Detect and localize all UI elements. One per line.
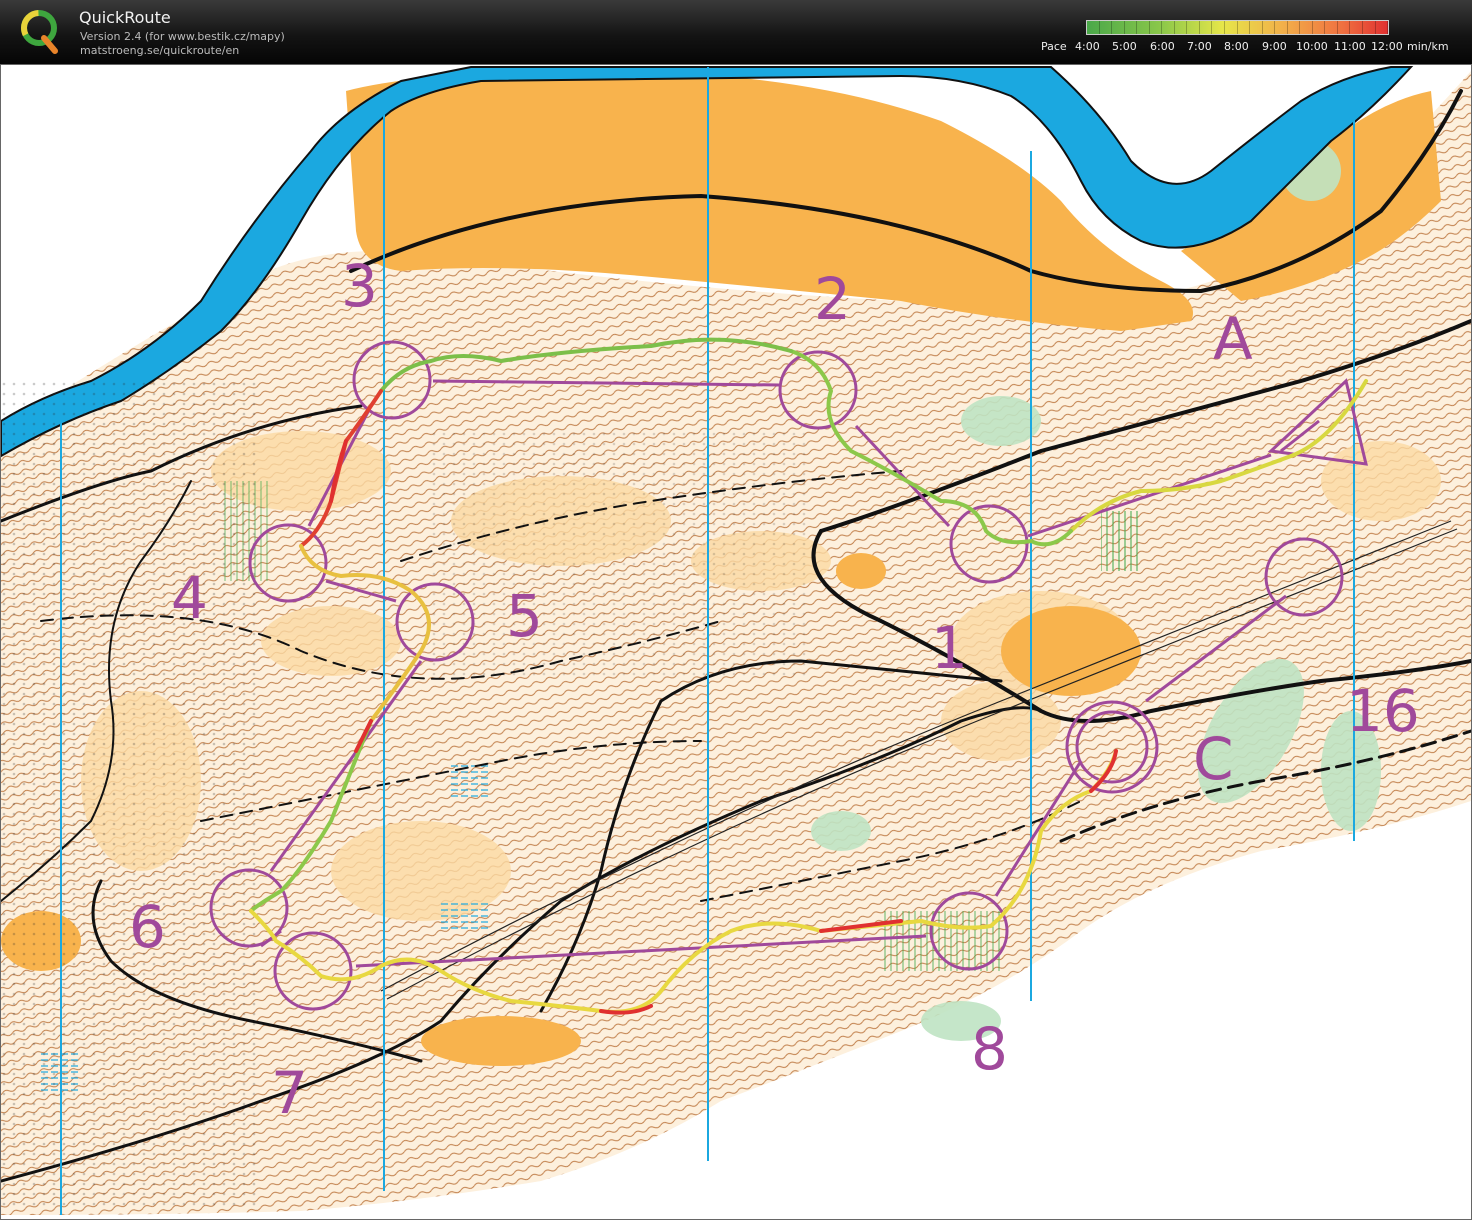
pace-tick: 8:00 [1224,40,1249,53]
control-number: 4 [171,564,208,632]
pace-color-scale [1086,20,1389,35]
pace-tick: 4:00 [1075,40,1100,53]
control-number: C [1193,725,1234,793]
app-title: QuickRoute [79,8,171,27]
control-number: 1 [931,614,968,682]
pace-tick: 6:00 [1150,40,1175,53]
control-number: A [1213,305,1253,373]
pace-tick: 12:00 [1371,40,1403,53]
pace-tick: 9:00 [1262,40,1287,53]
control-number: 6 [129,893,166,961]
app-version: Version 2.4 (for www.bestik.cz/mapy) [80,30,285,43]
control-number: 7 [271,1059,308,1127]
quickroute-logo [21,10,58,54]
pace-tick: 7:00 [1187,40,1212,53]
control-number: 8 [971,1015,1008,1083]
control-number: 2 [814,265,851,333]
pace-label: Pace [1041,40,1067,53]
control-number: 3 [341,252,378,320]
pace-tick: 10:00 [1296,40,1328,53]
header-bar: QuickRoute Version 2.4 (for www.bestik.c… [0,0,1472,64]
map-canvas[interactable]: 1 2 3 4 5 6 7 8 16 A C [1,65,1471,1219]
pace-tick: 5:00 [1112,40,1137,53]
control-number: 5 [506,582,543,650]
pace-unit: min/km [1407,40,1449,53]
pace-tick: 11:00 [1334,40,1366,53]
control-number: 16 [1346,677,1420,745]
app-url: matstroeng.se/quickroute/en [80,44,240,57]
orienteering-map[interactable]: 1 2 3 4 5 6 7 8 16 A C [0,64,1472,1220]
